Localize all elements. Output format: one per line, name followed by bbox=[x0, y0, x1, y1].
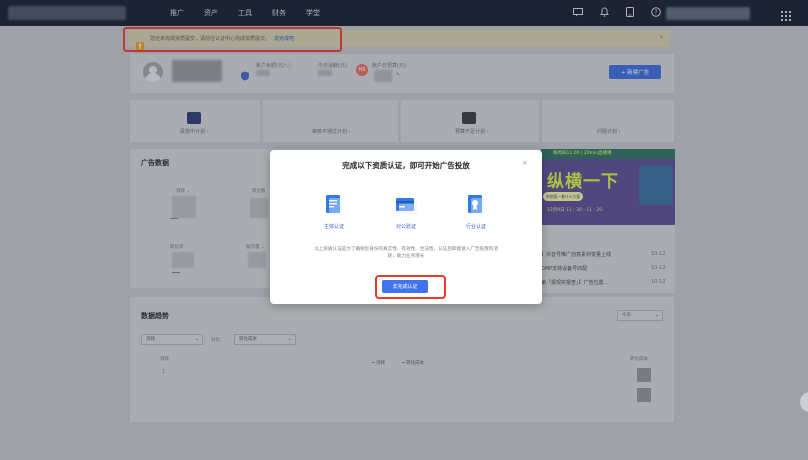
option-corporate-verification[interactable]: 对公验证 bbox=[386, 194, 426, 230]
option-entity-certification[interactable]: 主体认证 bbox=[314, 194, 354, 230]
option-label: 对公验证 bbox=[395, 224, 416, 230]
option-label: 主体认证 bbox=[323, 224, 344, 230]
modal-title: 完成以下资质认证，即可开始广告投放 bbox=[342, 161, 470, 170]
option-label: 行业认证 bbox=[465, 224, 486, 230]
button-highlight-box bbox=[375, 275, 446, 299]
card-icon bbox=[395, 194, 417, 216]
document-icon bbox=[323, 194, 345, 216]
certificate-icon bbox=[465, 194, 487, 216]
modal-description: 以上资质认证是为了确保您身份的真实性、有效性、合法性，认证后即能进入广告投放和消… bbox=[314, 247, 498, 259]
close-icon[interactable]: × bbox=[522, 159, 528, 167]
option-industry-certification[interactable]: 行业认证 bbox=[456, 194, 496, 230]
